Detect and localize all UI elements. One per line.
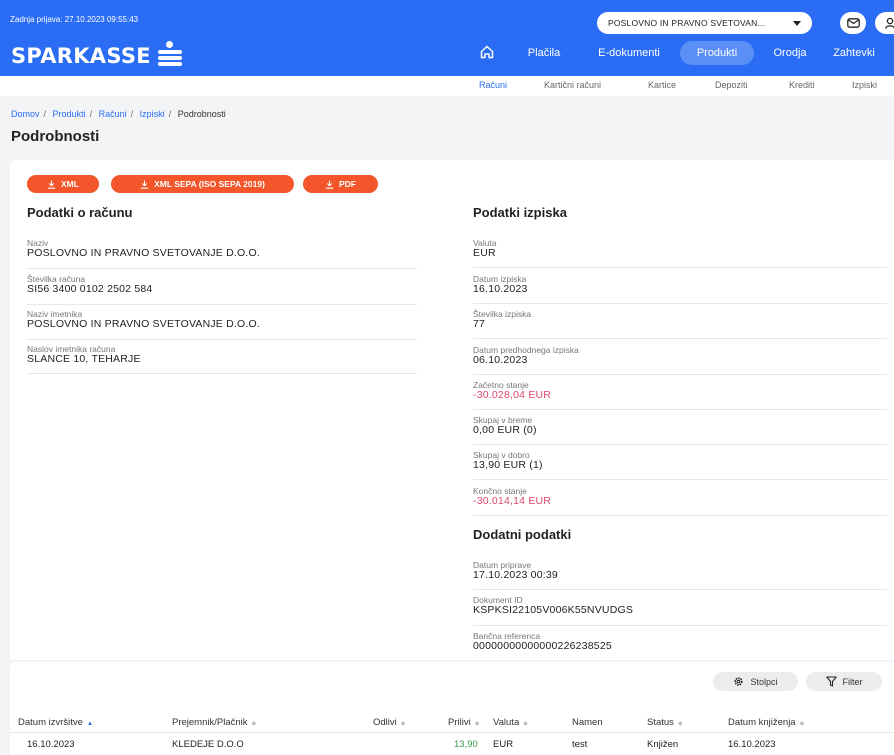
breadcrumb-domov[interactable]: Domov xyxy=(11,109,40,119)
chevron-down-icon xyxy=(793,21,801,26)
messages-button[interactable] xyxy=(840,12,866,34)
nav-orodja[interactable]: Orodja xyxy=(762,41,818,65)
nav-placila[interactable]: Plačila xyxy=(518,41,570,65)
columns-label: Stolpci xyxy=(750,676,778,687)
col-header-prejemnik[interactable]: Prejemnik/Plačnik ◆ xyxy=(172,717,256,728)
top-header: Zadnja prijava: 27.10.2023 09:55:43 POSL… xyxy=(0,0,894,76)
field-bancna-referenca: Bančna referenca 00000000000000226238525 xyxy=(473,631,612,652)
breadcrumb-racuni[interactable]: Računi xyxy=(99,109,127,119)
nav-produkti[interactable]: Produkti xyxy=(680,41,754,65)
download-icon xyxy=(47,180,56,189)
field-stevilka-racuna: Številka računa SI56 3400 0102 2502 584 xyxy=(27,274,417,305)
field-datum-izpiska: Datum izpiska 16.10.2023 xyxy=(473,274,887,304)
sort-icon: ◆ xyxy=(677,721,683,727)
filter-button[interactable]: Filter xyxy=(806,672,882,691)
cell-namen: test xyxy=(572,739,588,750)
cell-valuta: EUR xyxy=(493,739,514,750)
col-header-datum-knjizenja[interactable]: Datum knjiženja ◆ xyxy=(728,717,804,728)
subnav-karticni-racuni[interactable]: Kartični računi xyxy=(544,80,601,90)
field-datum-predhodnega: Datum predhodnega izpiska 06.10.2023 xyxy=(473,345,887,375)
download-xml-sepa-button[interactable]: XML SEPA (ISO SEPA 2019) xyxy=(111,175,294,193)
subnav-izpiski[interactable]: Izpiski xyxy=(852,80,877,90)
cell-prejemnik: KLEDEJE D.O.O xyxy=(172,739,244,750)
cell-status: Knjižen xyxy=(647,739,679,750)
filter-icon xyxy=(825,676,837,687)
field-koncno-stanje: Končno stanje -30.014,14 EUR xyxy=(473,486,887,516)
breadcrumb: Domov / Produkti / Računi / Izpiski / Podrob… xyxy=(11,109,226,119)
field-naziv: Naziv POSLOVNO IN PRAVNO SVETOVANJE D.O.O… xyxy=(27,238,417,269)
products-subnav: Računi Kartični računi Kartice Depoziti … xyxy=(0,76,894,96)
cell-datum-izvrsitve: 16.10.2023 xyxy=(27,739,75,750)
filter-label: Filter xyxy=(842,676,863,687)
field-naziv-imetnika: Naziv imetnika POSLOVNO IN PRAVNO SVETOVA… xyxy=(27,309,417,340)
download-pdf-label: PDF xyxy=(339,179,356,189)
breadcrumb-current: Podrobnosti xyxy=(177,109,226,119)
download-xml-sepa-label: XML SEPA (ISO SEPA 2019) xyxy=(154,179,265,189)
breadcrumb-produkti[interactable]: Produkti xyxy=(53,109,86,119)
sort-icon: ◆ xyxy=(474,721,480,727)
nav-e-dokumenti[interactable]: E-dokumenti xyxy=(586,41,672,65)
company-name: POSLOVNO IN PRAVNO SVETOVAN... xyxy=(608,18,766,28)
field-valuta: Valuta EUR xyxy=(473,238,887,268)
additional-section-title: Dodatni podatki xyxy=(473,527,572,542)
home-icon[interactable] xyxy=(479,44,495,65)
subnav-kartice[interactable]: Kartice xyxy=(648,80,676,90)
field-datum-priprave: Datum priprave 17.10.2023 00:39 xyxy=(473,560,887,590)
sort-asc-icon: ▲ xyxy=(86,721,93,727)
col-header-prilivi[interactable]: Prilivi ◆ xyxy=(448,717,479,728)
col-header-datum-izvrsitve[interactable]: Datum izvršitve ▲ xyxy=(18,717,93,728)
download-xml-label: XML xyxy=(61,179,79,189)
field-stevilka-izpiska: Številka izpiska 77 xyxy=(473,309,887,339)
columns-button[interactable]: Stolpci xyxy=(713,672,798,691)
download-xml-button[interactable]: XML xyxy=(27,175,99,193)
subnav-krediti[interactable]: Krediti xyxy=(789,80,815,90)
account-section-title: Podatki o računu xyxy=(27,205,133,220)
col-header-valuta[interactable]: Valuta ◆ xyxy=(493,717,528,728)
download-pdf-button[interactable]: PDF xyxy=(303,175,378,193)
nav-zahtevki[interactable]: Zahtevki xyxy=(820,41,888,65)
subnav-racuni[interactable]: Računi xyxy=(479,80,507,90)
sort-icon: ◆ xyxy=(400,721,406,727)
field-naslov-imetnika: Naslov imetnika računa SLANCE 10, TEHARJE xyxy=(27,344,417,374)
sort-icon: ◆ xyxy=(523,721,528,727)
field-skupaj-v-dobro: Skupaj v dobro 13,90 EUR (1) xyxy=(473,450,887,480)
download-icon xyxy=(140,180,149,189)
gear-icon xyxy=(734,677,744,686)
sort-icon: ◆ xyxy=(799,721,805,727)
download-icon xyxy=(325,180,334,189)
col-header-status[interactable]: Status ◆ xyxy=(647,717,683,728)
mail-icon xyxy=(846,18,860,28)
breadcrumb-izpiski[interactable]: Izpiski xyxy=(140,109,165,119)
sort-icon: ◆ xyxy=(251,721,257,727)
page-title: Podrobnosti xyxy=(11,128,100,145)
col-header-odlivi[interactable]: Odlivi ◆ xyxy=(373,717,405,728)
cell-prilivi: 13,90 xyxy=(454,739,478,750)
statement-section-title: Podatki izpiska xyxy=(473,205,567,220)
subnav-depoziti[interactable]: Depoziti xyxy=(715,80,748,90)
field-dokument-id: Dokument ID KSPKSI22105V006K55NVUDGS xyxy=(473,595,887,626)
sparkasse-logo[interactable]: SPARKASSE xyxy=(11,44,151,68)
col-header-namen[interactable]: Namen xyxy=(572,717,603,728)
cell-datum-knjizenja: 16.10.2023 xyxy=(728,739,776,750)
company-selector[interactable]: POSLOVNO IN PRAVNO SVETOVAN... xyxy=(597,12,812,34)
user-button[interactable] xyxy=(875,12,894,34)
table-header-divider xyxy=(10,732,894,733)
last-login-text: Zadnja prijava: 27.10.2023 09:55:43 xyxy=(10,15,139,24)
field-skupaj-v-breme: Skupaj v breme 0,00 EUR (0) xyxy=(473,415,887,445)
field-zacetno-stanje: Začetno stanje -30.028,04 EUR xyxy=(473,380,887,410)
sparkasse-logo-mark xyxy=(158,41,182,67)
user-icon xyxy=(884,17,894,29)
